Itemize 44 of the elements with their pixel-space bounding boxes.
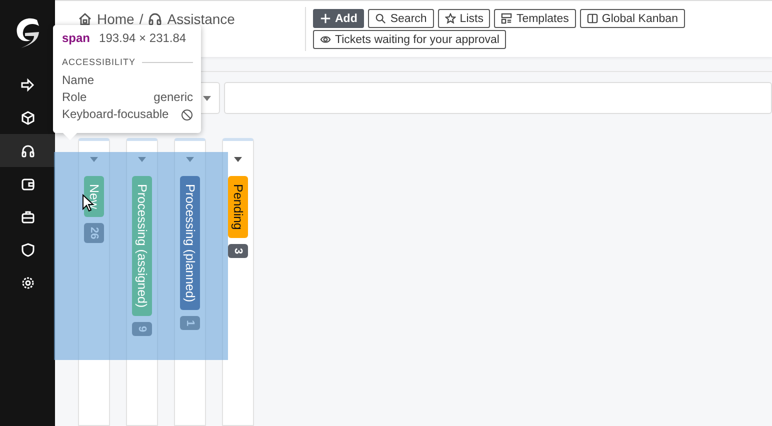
headset-icon [20,144,34,158]
count-badge: 9 [132,322,152,336]
shield-icon [20,242,34,256]
breadcrumb-link[interactable]: Home [97,11,134,27]
toolbar-button[interactable]: Add [313,9,364,28]
breadcrumb-separator: / [139,11,144,27]
property-label: Name [62,72,94,89]
status-badge: New [84,176,104,218]
property-value: generic [154,89,193,106]
toolbar-button[interactable]: Global Kanban [580,9,685,28]
plus-icon [320,13,331,24]
toolbar-button[interactable]: Templates [494,9,576,28]
star-icon [444,13,456,24]
count-badge: 3 [228,244,248,258]
status-badge: Processing (assigned) [132,176,152,316]
columns-icon [586,13,598,24]
property-label: Role [62,89,87,106]
status-badge: Pending [228,176,248,238]
section-heading: ACCESSIBILITY [62,57,136,67]
home-icon [78,12,92,26]
briefcase-icon [20,210,34,224]
element-tag: span [62,31,90,45]
toolbar-button[interactable]: Tickets waiting for your approval [313,30,506,49]
status-badge: Processing (planned) [180,176,200,310]
caret-icon[interactable] [234,157,242,162]
property-label: Keyboard-focusable [62,106,169,123]
filter-input[interactable] [224,82,772,114]
element-size: 193.94 × 231.84 [99,31,186,45]
caret-icon [203,96,211,100]
toolbar-button[interactable]: Lists [438,9,490,28]
template-icon [501,13,512,24]
breadcrumb-current: Assistance [167,11,235,27]
arrow-right-icon [20,78,34,92]
search-icon [375,13,386,24]
count-badge: 1 [180,316,200,330]
wallet-icon [20,176,34,190]
headset-icon [148,12,162,26]
settings-icon [20,276,34,290]
eye-icon [320,34,331,45]
toolbar-button[interactable]: Search [368,9,434,28]
count-badge: 26 [84,223,104,244]
cube-icon [20,110,34,124]
sidebar-item[interactable] [0,134,55,167]
blocked-icon [181,108,193,120]
